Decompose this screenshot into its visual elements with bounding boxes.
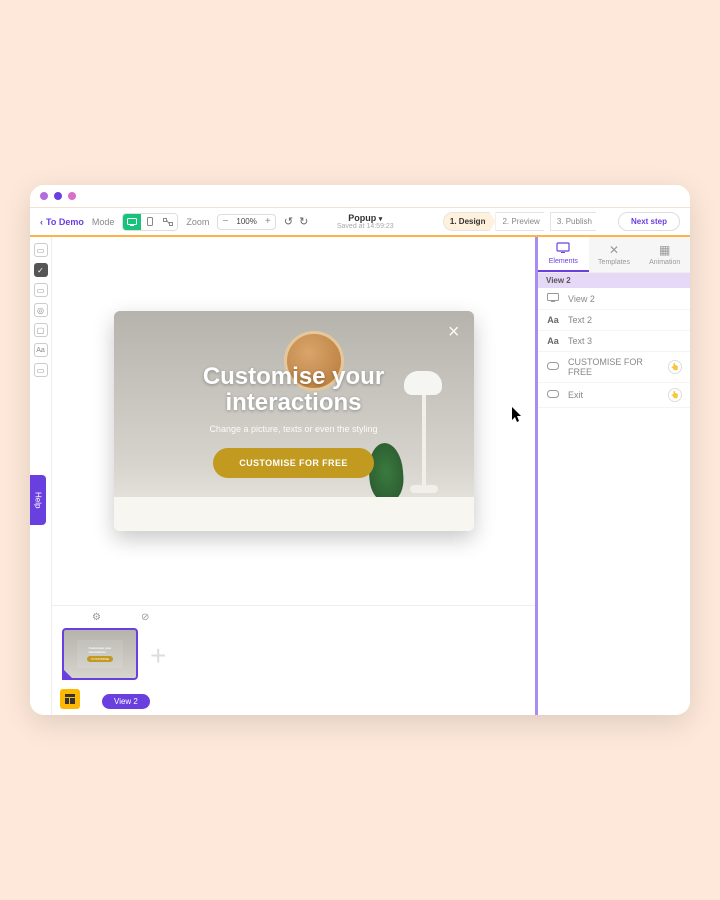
tap-action-icon[interactable]: 👆 bbox=[668, 388, 682, 402]
layer-exit-button[interactable]: Exit 👆 bbox=[538, 383, 690, 408]
back-button[interactable]: ‹ To Demo bbox=[40, 217, 84, 227]
mode-switcher bbox=[122, 213, 178, 231]
toolbar: ‹ To Demo Mode Zoom − 100% + ↺ ↻ bbox=[30, 207, 690, 237]
panel-tabs: Elements ✕ Templates ▦ Animation bbox=[538, 237, 690, 273]
popup-preview[interactable]: × Customise your interactions Change a p… bbox=[114, 311, 474, 531]
button-icon bbox=[546, 390, 560, 400]
film-icon: ▦ bbox=[659, 243, 670, 257]
button-icon bbox=[546, 362, 560, 372]
zoom-out-button[interactable]: − bbox=[218, 216, 232, 227]
desk-decoration bbox=[114, 497, 474, 531]
tab-elements[interactable]: Elements bbox=[538, 237, 589, 272]
tab-templates[interactable]: ✕ Templates bbox=[589, 237, 640, 272]
view-badge[interactable]: View 2 bbox=[102, 694, 150, 709]
tools-icon: ✕ bbox=[609, 243, 619, 257]
help-tab[interactable]: Help bbox=[30, 475, 46, 525]
step-publish[interactable]: 3. Publish bbox=[550, 212, 602, 231]
tool-check-icon[interactable]: ✓ bbox=[34, 263, 48, 277]
app-window: ‹ To Demo Mode Zoom − 100% + ↺ ↻ bbox=[30, 185, 690, 715]
document-title[interactable]: Popup ▾ bbox=[348, 213, 382, 223]
zoom-label: Zoom bbox=[186, 217, 209, 227]
step-preview[interactable]: 2. Preview bbox=[495, 212, 549, 231]
gear-icon[interactable]: ⚙ bbox=[92, 612, 101, 623]
chevron-down-icon: ▾ bbox=[379, 216, 383, 223]
popup-title: Customise your interactions bbox=[203, 364, 384, 417]
desktop-icon bbox=[556, 242, 570, 256]
tool-circle-icon[interactable]: ◎ bbox=[34, 303, 48, 317]
mode-flow-icon[interactable] bbox=[159, 214, 177, 230]
window-max-dot[interactable] bbox=[68, 192, 76, 200]
tab-animation[interactable]: ▦ Animation bbox=[639, 237, 690, 272]
tool-select-icon[interactable]: ▭ bbox=[34, 243, 48, 257]
tool-text-icon[interactable]: Aa bbox=[34, 343, 48, 357]
add-slide-button[interactable]: + bbox=[150, 640, 166, 672]
layer-customise-button[interactable]: CUSTOMISE FOR FREE 👆 bbox=[538, 352, 690, 383]
text-icon: Aa bbox=[546, 315, 560, 325]
cursor-icon bbox=[512, 407, 524, 426]
undo-icon[interactable]: ↺ bbox=[284, 215, 293, 228]
saved-status: Saved at 14:59:23 bbox=[337, 223, 394, 230]
tap-action-icon[interactable]: 👆 bbox=[668, 360, 682, 374]
layout-icon[interactable] bbox=[60, 689, 80, 709]
chevron-left-icon: ‹ bbox=[40, 217, 43, 227]
popup-cta-button[interactable]: CUSTOMISE FOR FREE bbox=[213, 448, 374, 478]
mode-desktop-icon[interactable] bbox=[123, 214, 141, 230]
disable-icon[interactable]: ⊘ bbox=[141, 612, 149, 623]
window-min-dot[interactable] bbox=[54, 192, 62, 200]
workspace: ▭ ✓ ▭ ◎ ▢ Aa ▭ × bbox=[30, 237, 690, 715]
step-design[interactable]: 1. Design bbox=[443, 212, 496, 231]
mode-mobile-icon[interactable] bbox=[141, 214, 159, 230]
zoom-control: − 100% + bbox=[217, 214, 275, 230]
mode-label: Mode bbox=[92, 217, 115, 227]
next-step-button[interactable]: Next step bbox=[618, 212, 680, 231]
tool-rect-icon[interactable]: ▭ bbox=[34, 283, 48, 297]
slides-strip: ⚙ ⊘ Customise yourinteractions CUSTOMISE… bbox=[52, 605, 535, 715]
canvas[interactable]: × Customise your interactions Change a p… bbox=[52, 237, 535, 605]
popup-subtitle: Change a picture, texts or even the styl… bbox=[209, 424, 377, 434]
plant-decoration bbox=[367, 442, 405, 502]
window-close-dot[interactable] bbox=[40, 192, 48, 200]
layer-text3[interactable]: Aa Text 3 bbox=[538, 331, 690, 352]
tool-misc-icon[interactable]: ▭ bbox=[34, 363, 48, 377]
lamp-decoration bbox=[404, 371, 444, 511]
tool-frame-icon[interactable]: ▢ bbox=[34, 323, 48, 337]
slide-thumbnail[interactable]: Customise yourinteractions CUSTOMISE bbox=[62, 628, 138, 680]
right-panel: Elements ✕ Templates ▦ Animation View 2 … bbox=[535, 237, 690, 715]
thumbnail-preview: Customise yourinteractions CUSTOMISE bbox=[77, 640, 123, 668]
layer-view[interactable]: View 2 bbox=[538, 288, 690, 310]
canvas-area: × Customise your interactions Change a p… bbox=[52, 237, 535, 715]
close-icon[interactable]: × bbox=[448, 321, 460, 344]
zoom-in-button[interactable]: + bbox=[261, 216, 275, 227]
titlebar bbox=[30, 185, 690, 207]
text-icon: Aa bbox=[546, 336, 560, 346]
desktop-icon bbox=[546, 293, 560, 304]
redo-icon[interactable]: ↻ bbox=[299, 215, 308, 228]
zoom-value: 100% bbox=[232, 217, 260, 226]
back-label: To Demo bbox=[46, 217, 84, 227]
panel-header: View 2 bbox=[538, 273, 690, 288]
layer-text2[interactable]: Aa Text 2 bbox=[538, 310, 690, 331]
step-breadcrumb: 1. Design 2. Preview 3. Publish bbox=[443, 212, 602, 231]
